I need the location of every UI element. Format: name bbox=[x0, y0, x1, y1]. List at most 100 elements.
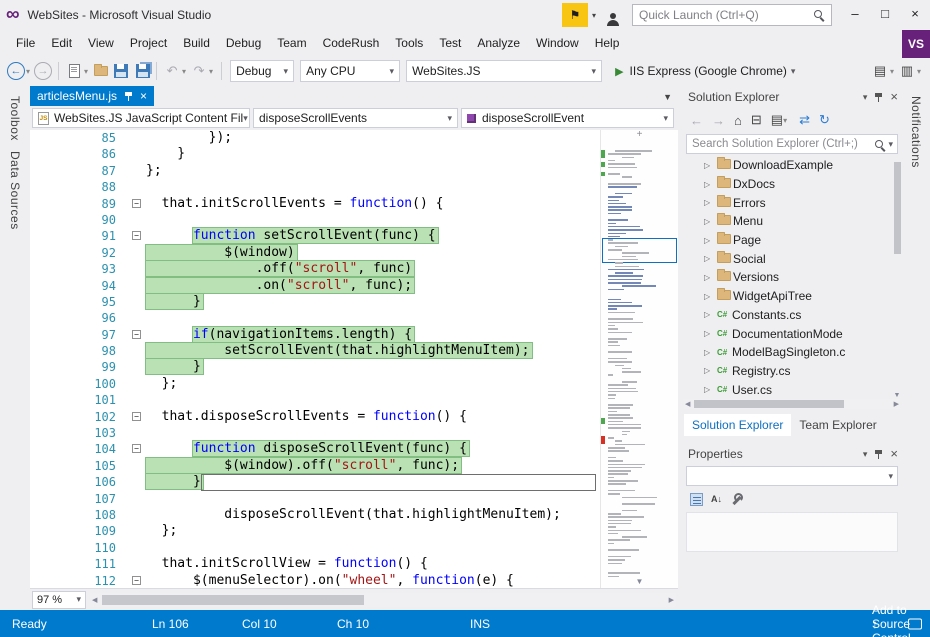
tree-item-modelbagsingleton-c[interactable]: ▷C#ModelBagSingleton.c bbox=[682, 343, 902, 362]
tab-solution-explorer[interactable]: Solution Explorer bbox=[684, 414, 791, 436]
scroll-left-icon[interactable]: ◀ bbox=[685, 400, 690, 408]
code-line-86[interactable]: 86 } bbox=[30, 146, 600, 162]
expand-arrow-icon[interactable]: ▷ bbox=[704, 366, 717, 375]
close-icon[interactable]: × bbox=[890, 448, 898, 460]
document-tab-articlesmenu[interactable]: articlesMenu.js × bbox=[30, 86, 154, 106]
vertical-scrollbar-thumb[interactable] bbox=[894, 162, 901, 254]
menu-view[interactable]: View bbox=[80, 32, 122, 54]
categorized-icon[interactable] bbox=[690, 493, 703, 506]
close-icon[interactable]: × bbox=[140, 90, 147, 102]
close-button[interactable]: × bbox=[900, 0, 930, 26]
fold-collapse-icon[interactable]: − bbox=[132, 576, 141, 585]
code-line-109[interactable]: 109 }; bbox=[30, 523, 600, 539]
tab-team-explorer[interactable]: Team Explorer bbox=[791, 414, 884, 436]
solution-explorer-header[interactable]: Solution Explorer ▾ × bbox=[682, 86, 902, 108]
new-file-dropdown-icon[interactable]: ▾ bbox=[84, 67, 88, 76]
solution-configuration-select[interactable]: Debug▾ bbox=[230, 60, 294, 82]
flag-dropdown-icon[interactable]: ▾ bbox=[592, 11, 596, 20]
code-line-93[interactable]: 93 .off("scroll", func) bbox=[30, 261, 600, 277]
properties-header[interactable]: Properties ▾ × bbox=[682, 443, 902, 465]
save-icon[interactable] bbox=[111, 60, 131, 82]
tab-list-chevron-icon[interactable]: ▼ bbox=[663, 92, 678, 106]
scroll-right-icon[interactable]: ▶ bbox=[669, 596, 674, 604]
code-line-110[interactable]: 110 bbox=[30, 540, 600, 556]
expand-arrow-icon[interactable]: ▷ bbox=[704, 217, 717, 226]
quick-launch-search[interactable] bbox=[632, 4, 832, 26]
close-icon[interactable]: × bbox=[890, 91, 898, 103]
code-line-103[interactable]: 103 bbox=[30, 425, 600, 441]
code-line-89[interactable]: 89− that.initScrollEvents = function() { bbox=[30, 196, 600, 212]
show-all-files-icon[interactable]: ▤▾ bbox=[771, 112, 790, 128]
menu-test[interactable]: Test bbox=[431, 32, 469, 54]
alphabetical-sort-icon[interactable]: A↓ bbox=[711, 494, 722, 504]
solution-explorer-search[interactable]: ▾ bbox=[686, 134, 898, 154]
tree-item-menu[interactable]: ▷Menu bbox=[682, 212, 902, 231]
menu-build[interactable]: Build bbox=[175, 32, 218, 54]
scroll-down-icon[interactable]: ▼ bbox=[601, 577, 678, 586]
code-line-94[interactable]: 94 .on("scroll", func); bbox=[30, 278, 600, 294]
account-badge[interactable]: VS bbox=[902, 30, 930, 58]
refresh-icon[interactable]: ↻ bbox=[819, 112, 830, 128]
find-dropdown-icon[interactable]: ▾ bbox=[890, 67, 894, 76]
horizontal-scrollbar-thumb[interactable] bbox=[102, 595, 364, 605]
menu-window[interactable]: Window bbox=[528, 32, 587, 54]
code-line-98[interactable]: 98 setScrollEvent(that.highlightMenuItem… bbox=[30, 343, 600, 359]
minimize-button[interactable]: – bbox=[840, 0, 870, 26]
code-line-87[interactable]: 87}; bbox=[30, 163, 600, 179]
scroll-right-icon[interactable]: ▶ bbox=[894, 400, 899, 408]
code-line-108[interactable]: 108 disposeScrollEvent(that.highlightMen… bbox=[30, 507, 600, 523]
fold-collapse-icon[interactable]: − bbox=[132, 231, 141, 240]
undo-icon[interactable]: ↶ bbox=[162, 60, 182, 82]
new-file-icon[interactable] bbox=[64, 60, 84, 82]
save-all-icon[interactable] bbox=[131, 60, 151, 82]
property-pages-icon[interactable] bbox=[730, 493, 743, 506]
code-line-91[interactable]: 91− function setScrollEvent(func) { bbox=[30, 228, 600, 244]
sync-with-active-document-icon[interactable]: ⇄ bbox=[799, 112, 810, 128]
collapse-all-icon[interactable]: ⊟ bbox=[751, 112, 762, 128]
code-line-92[interactable]: 92 $(window) bbox=[30, 245, 600, 261]
code-line-104[interactable]: 104− function disposeScrollEvent(func) { bbox=[30, 441, 600, 457]
window-position-icon[interactable]: ▾ bbox=[863, 449, 868, 460]
code-line-88[interactable]: 88 bbox=[30, 179, 600, 195]
forward-icon[interactable]: → bbox=[712, 113, 725, 128]
tree-item-errors[interactable]: ▷Errors bbox=[682, 193, 902, 212]
expand-arrow-icon[interactable]: ▷ bbox=[704, 348, 717, 357]
expand-arrow-icon[interactable]: ▷ bbox=[704, 236, 717, 245]
tree-item-downloadexample[interactable]: ▷DownloadExample bbox=[682, 156, 902, 175]
fold-collapse-icon[interactable]: − bbox=[132, 444, 141, 453]
code-line-101[interactable]: 101 bbox=[30, 392, 600, 408]
tree-item-widgetapitree[interactable]: ▷WidgetApiTree bbox=[682, 287, 902, 306]
tree-item-page[interactable]: ▷Page bbox=[682, 231, 902, 250]
horizontal-scrollbar[interactable]: ◀ ▶ bbox=[90, 593, 676, 607]
scroll-down-icon[interactable]: ▼ bbox=[892, 392, 902, 399]
search-options-icon[interactable]: ▾ bbox=[888, 139, 893, 150]
code-line-100[interactable]: 100 }; bbox=[30, 376, 600, 392]
find-in-files-icon[interactable]: ▤ bbox=[870, 60, 890, 82]
code-line-85[interactable]: 85 }); bbox=[30, 130, 600, 146]
scroll-left-icon[interactable]: ◀ bbox=[92, 596, 97, 604]
back-icon[interactable]: ← bbox=[690, 113, 703, 128]
expand-arrow-icon[interactable]: ▷ bbox=[704, 310, 717, 319]
expand-arrow-icon[interactable]: ▷ bbox=[704, 329, 717, 338]
fold-collapse-icon[interactable]: − bbox=[132, 330, 141, 339]
redo-icon[interactable]: ↷ bbox=[189, 60, 209, 82]
code-line-90[interactable]: 90 bbox=[30, 212, 600, 228]
pin-icon[interactable] bbox=[874, 449, 883, 460]
expand-arrow-icon[interactable]: ▷ bbox=[704, 180, 717, 189]
menu-project[interactable]: Project bbox=[122, 32, 175, 54]
menu-debug[interactable]: Debug bbox=[218, 32, 269, 54]
feedback-person-button[interactable] bbox=[602, 4, 624, 26]
code-line-105[interactable]: 105 $(window).off("scroll", func); bbox=[30, 458, 600, 474]
solution-explorer-search-input[interactable] bbox=[687, 138, 874, 150]
member-dropdown[interactable]: disposeScrollEvent ▾ bbox=[461, 108, 674, 128]
zoom-select[interactable]: 97 %▾ bbox=[32, 591, 86, 609]
tab-notifications[interactable]: Notifications bbox=[909, 96, 923, 168]
expand-arrow-icon[interactable]: ▷ bbox=[704, 161, 717, 170]
tab-data-sources[interactable]: Data Sources bbox=[8, 151, 22, 230]
properties-object-dropdown[interactable]: ▾ bbox=[686, 466, 898, 486]
navigate-backward-dropdown-icon[interactable]: ▾ bbox=[26, 67, 30, 76]
tree-item-user-cs[interactable]: ▷C#User.cs bbox=[682, 380, 902, 399]
navigate-backward-icon[interactable]: ← bbox=[7, 62, 25, 80]
code-line-99[interactable]: 99 } bbox=[30, 359, 600, 375]
tree-item-registry-cs[interactable]: ▷C#Registry.cs bbox=[682, 362, 902, 381]
